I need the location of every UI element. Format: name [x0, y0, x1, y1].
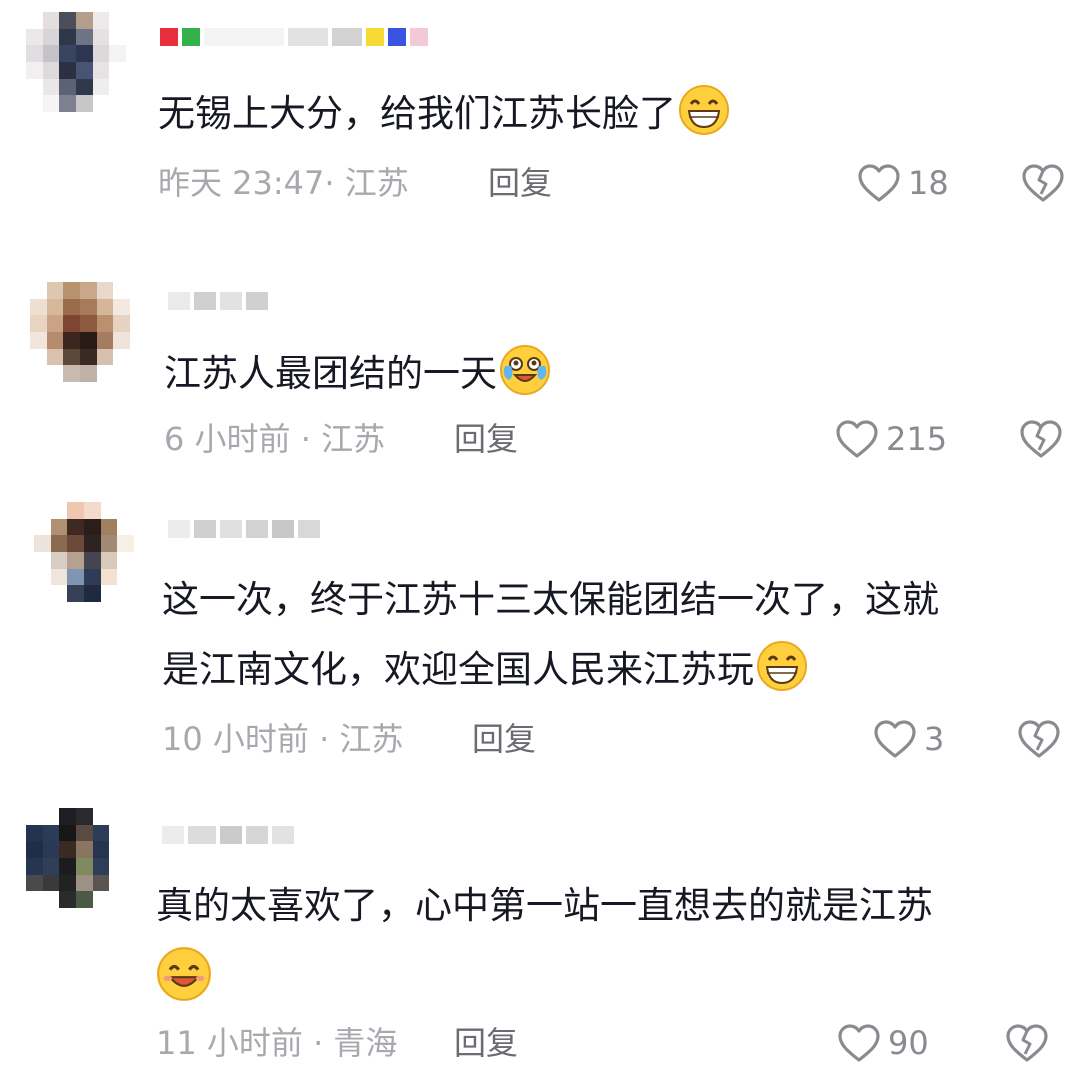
- reply-button[interactable]: 回复: [454, 416, 518, 462]
- tears-of-joy-emoji: [500, 345, 550, 395]
- avatar[interactable]: [30, 282, 130, 382]
- like-button[interactable]: 90: [836, 1020, 929, 1066]
- username[interactable]: [160, 24, 428, 50]
- like-count: 3: [924, 720, 945, 758]
- comment-location: 江苏: [344, 164, 409, 202]
- comment-item: 江苏人最团结的一天 6 小时前 · 江苏 回复 215: [0, 270, 1080, 490]
- comment-text: 江苏人最团结的一天: [164, 342, 551, 406]
- like-count: 18: [908, 164, 949, 202]
- reply-button[interactable]: 回复: [472, 716, 536, 762]
- comment-text-body: 无锡上大分，给我们江苏长脸了: [158, 92, 676, 135]
- username[interactable]: [168, 288, 268, 314]
- comment-meta: 10 小时前 · 江苏: [162, 716, 403, 762]
- comment-text-line: 这一次，终于江苏十三太保能团结一次了，这就: [162, 578, 939, 621]
- like-button[interactable]: 215: [834, 416, 947, 462]
- comment-emoji-line: [156, 946, 216, 1006]
- reply-button[interactable]: 回复: [454, 1020, 518, 1066]
- avatar[interactable]: [34, 502, 134, 602]
- comment-item: 真的太喜欢了，心中第一站一直想去的就是江苏 11 小时前 · 青海 回复 90: [0, 796, 1080, 1087]
- broken-heart-icon[interactable]: [1016, 718, 1062, 760]
- grinning-face-emoji: [679, 85, 729, 135]
- meta-separator: ·: [302, 1024, 334, 1062]
- comment-text: 真的太喜欢了，心中第一站一直想去的就是江苏: [156, 874, 933, 938]
- broken-heart-icon[interactable]: [1020, 162, 1066, 204]
- comment-time: 11 小时前: [156, 1024, 303, 1062]
- comment-text: 无锡上大分，给我们江苏长脸了: [158, 82, 730, 146]
- heart-outline-icon: [858, 164, 900, 202]
- comment-location: 青海: [333, 1024, 398, 1062]
- username[interactable]: [162, 822, 294, 848]
- comment-item: 这一次，终于江苏十三太保能团结一次了，这就 是江南文化，欢迎全国人民来江苏玩 1…: [0, 490, 1080, 790]
- comment-time: 昨天 23:47: [158, 164, 325, 202]
- like-button[interactable]: 18: [856, 160, 949, 206]
- broken-heart-icon[interactable]: [1018, 418, 1064, 460]
- meta-separator: ·: [324, 164, 345, 202]
- comment-text: 这一次，终于江苏十三太保能团结一次了，这就: [162, 568, 939, 632]
- comment-time: 6 小时前: [164, 420, 291, 458]
- comment-text-line: 是江南文化，欢迎全国人民来江苏玩: [162, 648, 754, 691]
- comment-meta: 11 小时前 · 青海: [156, 1020, 397, 1066]
- comment-text-body: 真的太喜欢了，心中第一站一直想去的就是江苏: [156, 884, 933, 927]
- heart-outline-icon: [838, 1024, 880, 1062]
- like-count: 215: [886, 420, 948, 458]
- reply-button[interactable]: 回复: [488, 160, 552, 206]
- comment-item: 无锡上大分，给我们江苏长脸了 昨天 23:47· 江苏 回复 18: [0, 0, 1080, 240]
- meta-separator: ·: [290, 420, 322, 458]
- username[interactable]: [168, 516, 320, 542]
- like-count: 90: [888, 1024, 929, 1062]
- heart-outline-icon: [836, 420, 878, 458]
- smiling-face-emoji: [157, 947, 211, 1001]
- avatar[interactable]: [26, 12, 126, 112]
- comment-meta: 6 小时前 · 江苏: [164, 416, 385, 462]
- comment-meta: 昨天 23:47· 江苏: [158, 160, 409, 206]
- comment-text: 是江南文化，欢迎全国人民来江苏玩: [162, 638, 808, 702]
- comment-location: 江苏: [339, 720, 404, 758]
- avatar[interactable]: [26, 808, 126, 908]
- grinning-face-emoji: [757, 641, 807, 691]
- meta-separator: ·: [308, 720, 340, 758]
- comment-time: 10 小时前: [162, 720, 309, 758]
- broken-heart-icon[interactable]: [1004, 1022, 1050, 1064]
- comment-location: 江苏: [321, 420, 386, 458]
- like-button[interactable]: 3: [872, 716, 944, 762]
- comment-text-body: 江苏人最团结的一天: [164, 352, 497, 395]
- heart-outline-icon: [874, 720, 916, 758]
